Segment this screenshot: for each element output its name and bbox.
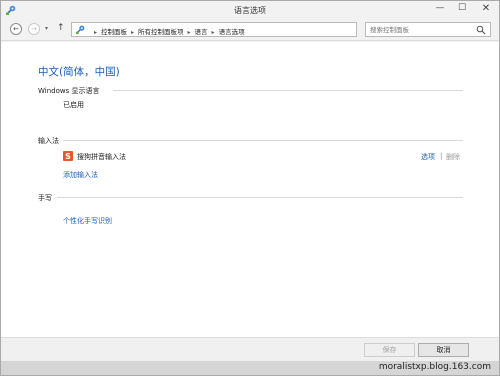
address-bar[interactable]: ▸控制面板▸所有控制面板项▸语言▸语言选项 ▾ ↻ bbox=[71, 22, 421, 37]
watermark-text: moralistxp.blog.163.com bbox=[378, 362, 491, 372]
minimize-button[interactable]: — bbox=[431, 1, 449, 17]
section-divider bbox=[57, 197, 463, 198]
language-heading: 中文(简体，中国) bbox=[38, 66, 120, 78]
recent-locations-dropdown[interactable]: ▾ bbox=[45, 25, 48, 32]
content-area: 中文(简体，中国) Windows 显示语言 已启用 输入法 S 搜狗拼音输入法… bbox=[1, 42, 499, 337]
section-divider bbox=[63, 140, 463, 141]
display-language-label: Windows 显示语言 bbox=[38, 87, 100, 95]
breadcrumb-item-all-items[interactable]: 所有控制面板项 bbox=[138, 28, 184, 36]
cancel-button[interactable]: 取消 bbox=[418, 343, 469, 357]
search-input[interactable] bbox=[370, 25, 474, 35]
breadcrumb-item-control-panel[interactable]: 控制面板 bbox=[101, 28, 127, 36]
language-options-window: 语言选项 — ☐ ✕ ← → ▾ ↑ ▸ 控制面板 ▸ 所有控制面板项 ▸ 语言 ▸ 语言选项… bbox=[0, 0, 500, 376]
handwriting-label: 手写 bbox=[38, 194, 52, 202]
title-bar: 语言选项 — ☐ ✕ bbox=[1, 1, 499, 19]
close-button[interactable]: ✕ bbox=[475, 1, 497, 17]
window-title: 语言选项 bbox=[234, 6, 266, 15]
control-panel-icon bbox=[75, 25, 85, 35]
breadcrumb-item-language[interactable]: 语言 bbox=[195, 28, 208, 36]
input-method-label: 输入法 bbox=[38, 137, 59, 145]
breadcrumb-separator[interactable]: ▸ bbox=[212, 29, 215, 36]
ime-options-link[interactable]: 选项 bbox=[421, 152, 435, 162]
breadcrumb-separator: ▸ bbox=[94, 29, 98, 36]
breadcrumb-item-language-options[interactable]: 语言选项 bbox=[219, 28, 245, 36]
breadcrumb-separator[interactable]: ▸ bbox=[188, 29, 191, 36]
navigation-bar: ← → ▾ ↑ ▸控制面板▸所有控制面板项▸语言▸语言选项 ▾ ↻ bbox=[1, 19, 499, 41]
dialog-footer: 保存 取消 bbox=[1, 337, 499, 361]
display-language-status: 已启用 bbox=[63, 101, 84, 109]
watermark-bar: moralistxp.blog.163.com bbox=[1, 361, 499, 375]
search-icon[interactable] bbox=[476, 25, 486, 35]
personalize-handwriting-link[interactable]: 个性化手写识别 bbox=[63, 216, 112, 226]
save-button[interactable]: 保存 bbox=[364, 343, 415, 357]
back-button[interactable]: ← bbox=[10, 23, 22, 35]
ime-name: 搜狗拼音输入法 bbox=[77, 153, 126, 161]
forward-button[interactable]: → bbox=[28, 23, 40, 35]
breadcrumb-separator[interactable]: ▸ bbox=[131, 29, 134, 36]
svg-text:S: S bbox=[65, 152, 71, 161]
search-box[interactable] bbox=[365, 22, 491, 37]
maximize-button[interactable]: ☐ bbox=[453, 1, 471, 17]
ime-delete-link[interactable]: 删除 bbox=[446, 152, 460, 162]
up-button[interactable]: ↑ bbox=[57, 23, 65, 33]
ime-action-separator: | bbox=[440, 152, 443, 160]
breadcrumb: ▸ 控制面板 ▸ 所有控制面板项 ▸ 语言 ▸ 语言选项 bbox=[90, 26, 245, 36]
add-input-method-link[interactable]: 添加输入法 bbox=[63, 170, 98, 180]
sogou-pinyin-icon: S bbox=[63, 151, 73, 161]
section-divider bbox=[113, 90, 463, 91]
